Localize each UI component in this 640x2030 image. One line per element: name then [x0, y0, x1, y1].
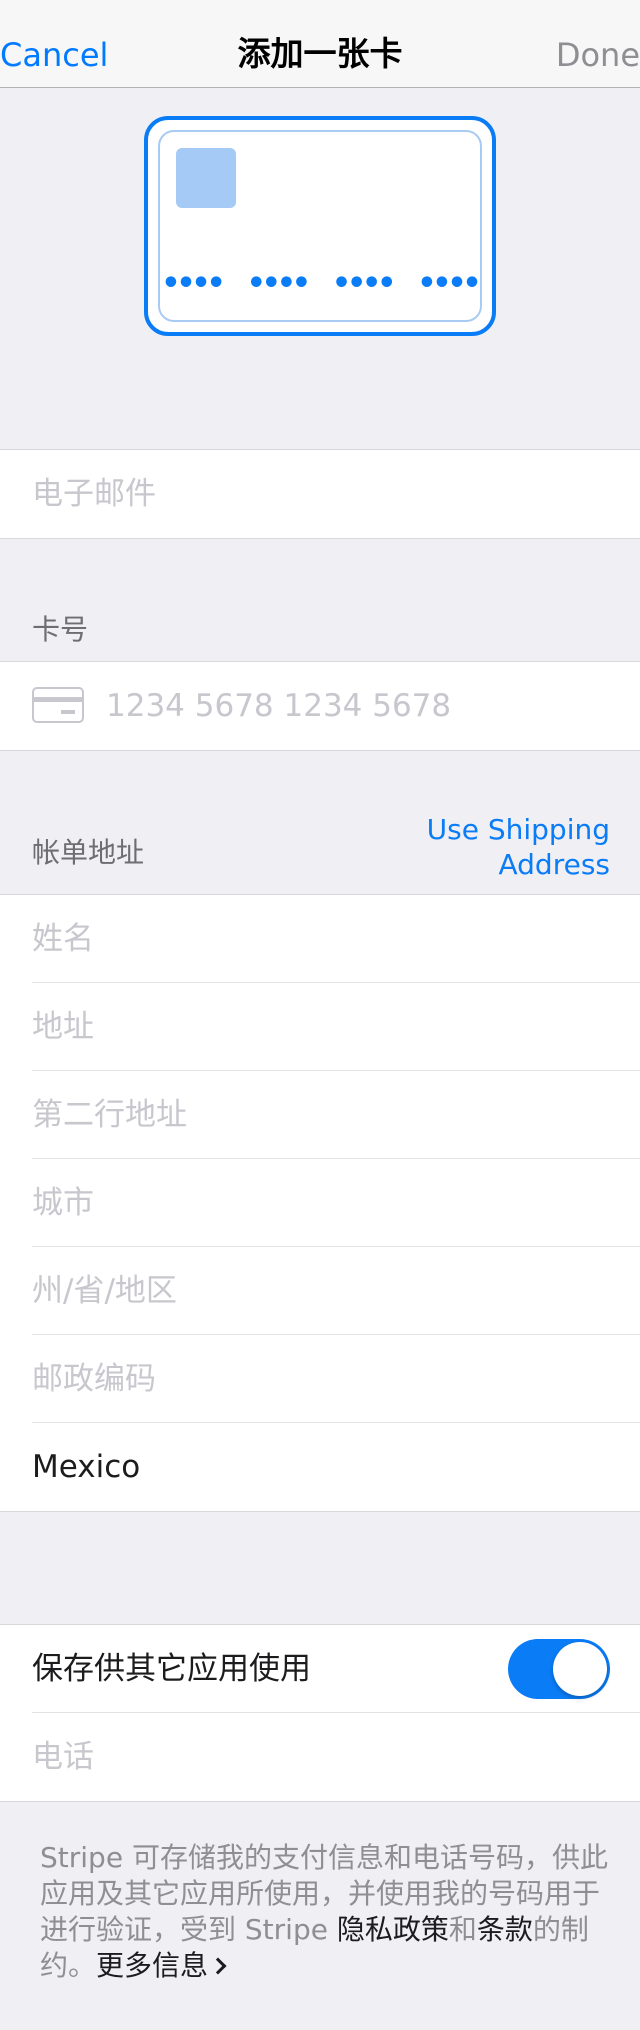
more-info-label: 更多信息 [96, 1949, 209, 1982]
use-shipping-address-button[interactable]: Use Shipping Address [427, 812, 610, 882]
more-info-link[interactable]: 更多信息 [96, 1949, 227, 1982]
save-toggle-row: 保存供其它应用使用 [0, 1625, 640, 1713]
toggle-knob [553, 1642, 607, 1696]
credit-card-icon [32, 687, 84, 723]
card-preview-inner: •••• •••• •••• •••• [158, 130, 482, 322]
card-number-dots: •••• •••• •••• •••• [161, 266, 481, 301]
save-label: 保存供其它应用使用 [32, 1651, 311, 1687]
postal-code-row[interactable]: 邮政编码 [0, 1335, 640, 1423]
postal-code-field[interactable]: 邮政编码 [32, 1335, 156, 1423]
legal-disclaimer: Stripe 可存储我的支付信息和电话号码，供此应用及其它应用所使用，并使用我的… [40, 1840, 610, 1984]
address-line1-field[interactable]: 地址 [32, 983, 94, 1071]
card-number-header: 卡号 [32, 613, 89, 646]
phone-row[interactable]: 电话 [0, 1713, 640, 1801]
name-row[interactable]: 姓名 [0, 895, 640, 983]
address-row[interactable]: 地址 [0, 983, 640, 1071]
state-row[interactable]: 州/省/地区 [0, 1247, 640, 1335]
page-title: 添加一张卡 [237, 34, 403, 73]
address-line2-field[interactable]: 第二行地址 [32, 1071, 187, 1159]
chevron-right-icon [209, 1957, 227, 1975]
use-shipping-label-line2: Address [498, 848, 610, 881]
privacy-policy-link[interactable]: 隐私政策 [337, 1913, 449, 1946]
use-shipping-label-line1: Use Shipping [426, 813, 610, 846]
country-selector[interactable]: Mexico [32, 1423, 140, 1511]
email-field[interactable]: 电子邮件 [32, 450, 156, 538]
card-chip-icon [176, 148, 236, 208]
save-info-section: 保存供其它应用使用 电话 [0, 1624, 640, 1802]
city-field[interactable]: 城市 [32, 1159, 94, 1247]
phone-field[interactable]: 电话 [32, 1713, 94, 1801]
name-field[interactable]: 姓名 [32, 895, 94, 983]
email-row[interactable]: 电子邮件 [0, 450, 640, 538]
billing-address-section: 姓名 地址 第二行地址 城市 州/省/地区 邮政编码 Mexico [0, 894, 640, 1512]
done-button[interactable]: Done [556, 0, 640, 88]
card-number-section: 1234 5678 1234 5678 [0, 661, 640, 751]
legal-text-part2: 和 [448, 1913, 477, 1946]
country-row[interactable]: Mexico [0, 1423, 640, 1511]
terms-link[interactable]: 条款 [477, 1913, 533, 1946]
state-field[interactable]: 州/省/地区 [32, 1247, 177, 1335]
address-line2-row[interactable]: 第二行地址 [0, 1071, 640, 1159]
card-preview: •••• •••• •••• •••• [144, 116, 496, 336]
card-number-field[interactable]: 1234 5678 1234 5678 [106, 662, 451, 750]
save-toggle[interactable] [508, 1639, 610, 1699]
card-number-row[interactable]: 1234 5678 1234 5678 [0, 662, 640, 750]
email-section: 电子邮件 [0, 449, 640, 539]
billing-address-header: 帐单地址 [32, 836, 145, 869]
city-row[interactable]: 城市 [0, 1159, 640, 1247]
navigation-bar: Cancel 添加一张卡 Done [0, 0, 640, 88]
